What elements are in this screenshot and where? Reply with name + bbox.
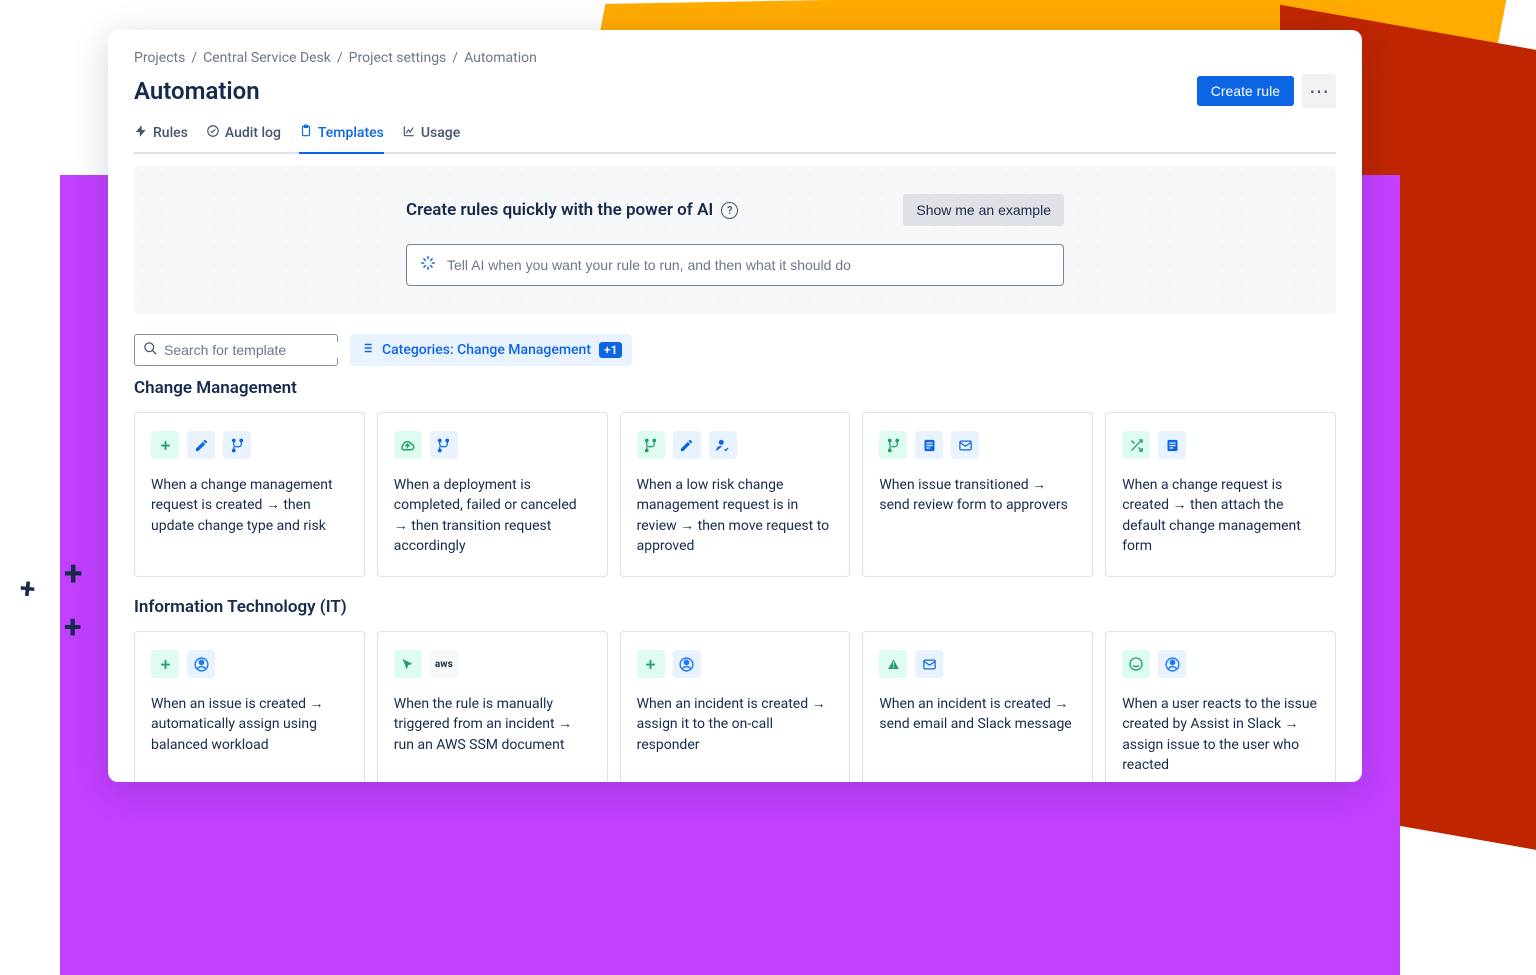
breadcrumb-service-desk[interactable]: Central Service Desk <box>203 50 331 66</box>
tab-label: Templates <box>318 125 384 141</box>
plus-icon <box>151 431 179 459</box>
form-icon <box>915 431 943 459</box>
card-text: When the rule is manually triggered from… <box>394 694 591 755</box>
list-icon <box>360 341 374 359</box>
chart-icon <box>402 124 416 142</box>
user-circle-icon <box>187 650 215 678</box>
tab-templates[interactable]: Templates <box>299 118 384 154</box>
card-text: When an incident is created → assign it … <box>637 694 834 755</box>
more-icon: ⋯ <box>1309 79 1329 104</box>
card-text: When a change request is created → then … <box>1122 475 1319 556</box>
category-label: Categories: Change Management <box>382 342 591 358</box>
form-icon <box>1158 431 1186 459</box>
breadcrumb-project-settings[interactable]: Project settings <box>349 50 447 66</box>
branch-icon <box>637 431 665 459</box>
more-actions-button[interactable]: ⋯ <box>1302 74 1336 108</box>
page-title: Automation <box>134 77 260 105</box>
app-window: Projects / Central Service Desk / Projec… <box>108 30 1362 782</box>
section-title-change: Change Management <box>134 378 1336 398</box>
branch-icon <box>223 431 251 459</box>
breadcrumb-separator: / <box>191 50 197 66</box>
help-icon[interactable]: ? <box>721 202 738 219</box>
card-text: When an issue is created → automatically… <box>151 694 348 755</box>
smile-icon <box>1122 650 1150 678</box>
tabs: Rules Audit log Templates Usage <box>134 118 1336 154</box>
category-filter[interactable]: Categories: Change Management +1 <box>350 334 632 366</box>
clipboard-icon <box>299 124 313 142</box>
cursor-icon <box>394 650 422 678</box>
ai-input[interactable] <box>406 244 1064 286</box>
cards-it: When an issue is created → automatically… <box>134 631 1336 782</box>
branch-icon <box>879 431 907 459</box>
user-circle-icon <box>1158 650 1186 678</box>
ai-input-field[interactable] <box>447 257 1051 273</box>
card-text: When a low risk change management reques… <box>637 475 834 556</box>
category-badge: +1 <box>599 342 622 358</box>
card-text: When an incident is created → send email… <box>879 694 1076 735</box>
bolt-icon <box>134 124 148 142</box>
tab-rules[interactable]: Rules <box>134 118 188 154</box>
tab-audit-log[interactable]: Audit log <box>206 118 281 154</box>
ai-panel: Create rules quickly with the power of A… <box>134 166 1336 314</box>
breadcrumb: Projects / Central Service Desk / Projec… <box>134 50 1336 66</box>
template-card[interactable]: When issue transitioned → send review fo… <box>862 412 1093 577</box>
show-example-button[interactable]: Show me an example <box>903 194 1064 226</box>
aws-icon: aws <box>430 650 458 678</box>
search-input[interactable] <box>164 342 345 358</box>
breadcrumb-separator: / <box>337 50 343 66</box>
mail-icon <box>951 431 979 459</box>
ai-heading: Create rules quickly with the power of A… <box>406 200 738 220</box>
user-circle-icon <box>673 650 701 678</box>
pencil-icon <box>673 431 701 459</box>
template-card[interactable]: When a low risk change management reques… <box>620 412 851 577</box>
template-card[interactable]: When a deployment is completed, failed o… <box>377 412 608 577</box>
section-title-it: Information Technology (IT) <box>134 597 1336 617</box>
template-card[interactable]: When an incident is created → send email… <box>862 631 1093 782</box>
breadcrumb-separator: / <box>452 50 458 66</box>
card-text: When a change management request is crea… <box>151 475 348 536</box>
tab-label: Audit log <box>225 125 281 141</box>
template-card[interactable]: When a change request is created → then … <box>1105 412 1336 577</box>
create-rule-button[interactable]: Create rule <box>1197 76 1294 106</box>
breadcrumb-automation[interactable]: Automation <box>464 50 537 66</box>
template-card[interactable]: When a user reacts to the issue created … <box>1105 631 1336 782</box>
breadcrumb-projects[interactable]: Projects <box>134 50 185 66</box>
tab-label: Rules <box>153 125 188 141</box>
search-template[interactable] <box>134 334 338 366</box>
check-circle-icon <box>206 124 220 142</box>
sparkle-icon <box>419 254 437 276</box>
card-text: When a deployment is completed, failed o… <box>394 475 591 556</box>
template-card[interactable]: When an incident is created → assign it … <box>620 631 851 782</box>
card-text: When a user reacts to the issue created … <box>1122 694 1319 775</box>
mail-icon <box>915 650 943 678</box>
tab-usage[interactable]: Usage <box>402 118 460 154</box>
template-card[interactable]: When an issue is created → automatically… <box>134 631 365 782</box>
card-text: When issue transitioned → send review fo… <box>879 475 1076 516</box>
plus-icon <box>151 650 179 678</box>
template-card[interactable]: When a change management request is crea… <box>134 412 365 577</box>
branch-icon <box>430 431 458 459</box>
cards-change: When a change management request is crea… <box>134 412 1336 577</box>
search-icon <box>143 341 158 360</box>
shuffle-icon <box>1122 431 1150 459</box>
tab-label: Usage <box>421 125 460 141</box>
alert-icon <box>879 650 907 678</box>
cloud-icon <box>394 431 422 459</box>
plus-icon <box>637 650 665 678</box>
user-check-icon <box>709 431 737 459</box>
pencil-icon <box>187 431 215 459</box>
template-card[interactable]: aws When the rule is manually triggered … <box>377 631 608 782</box>
